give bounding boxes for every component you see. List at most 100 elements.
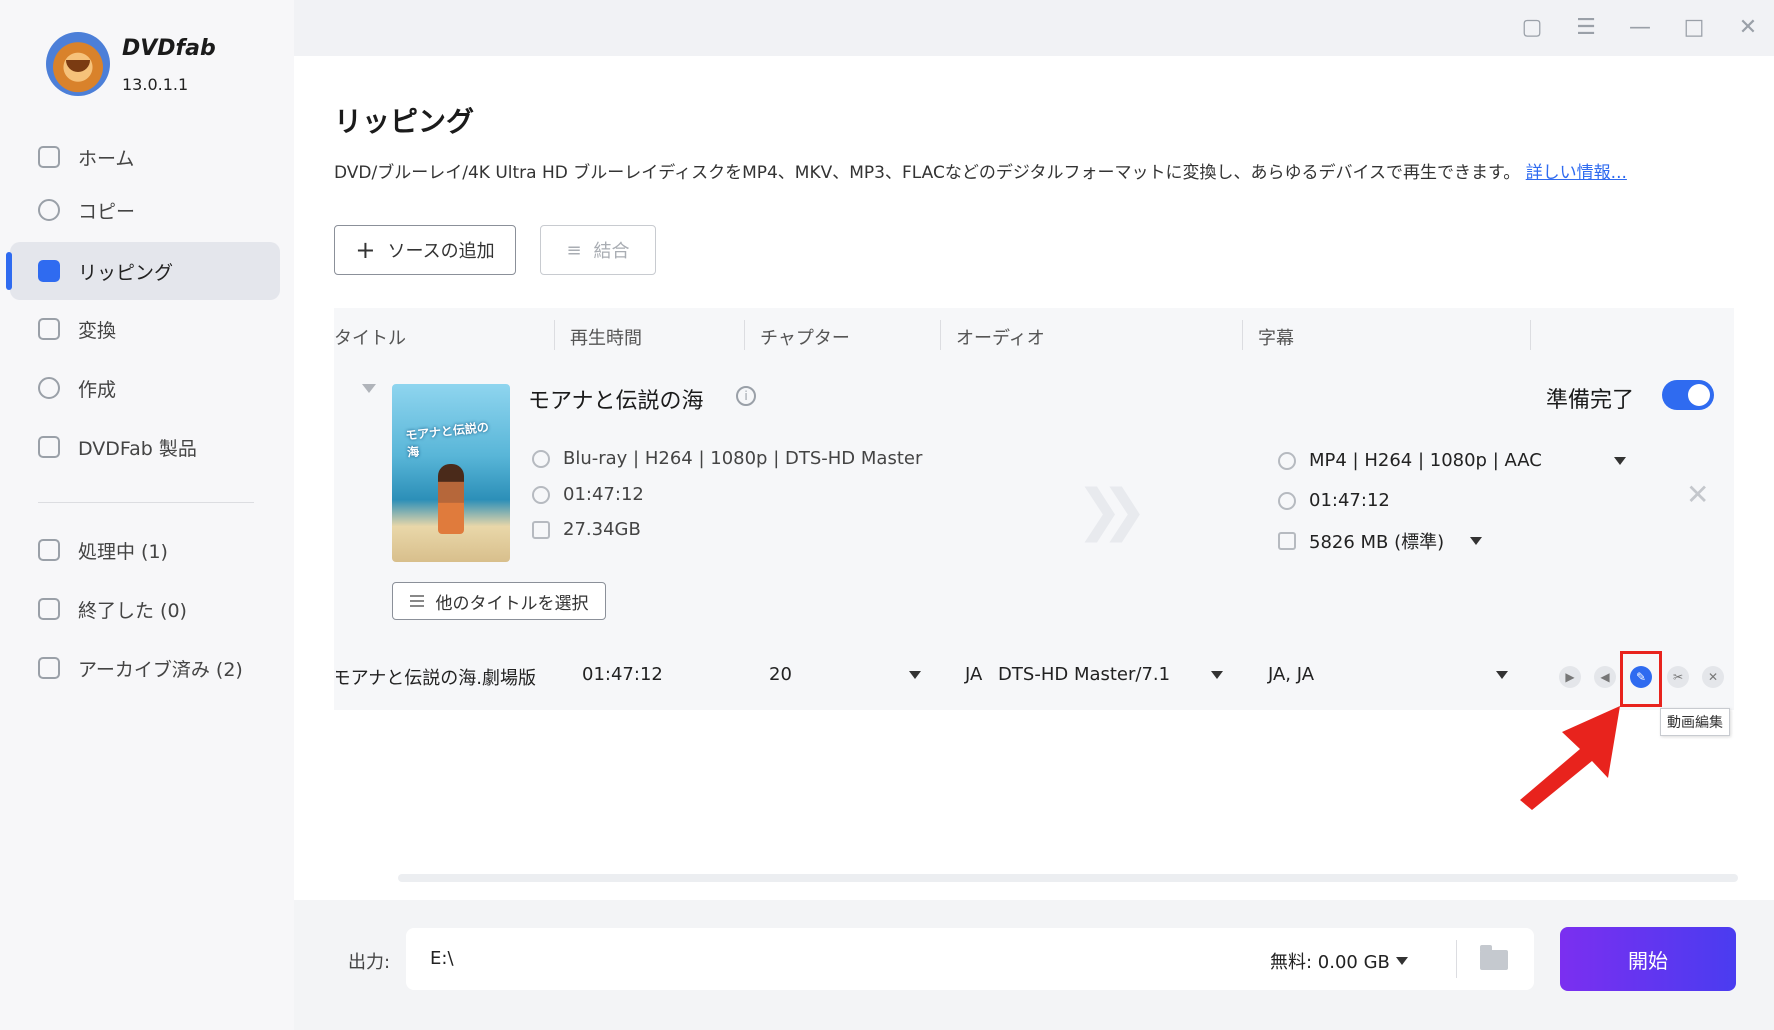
column-header-duration: 再生時間	[570, 328, 642, 349]
sidebar-item-ripper[interactable]: リッピング	[6, 242, 280, 300]
title-row-subtitles[interactable]: JA, JA	[1268, 664, 1314, 685]
add-source-button[interactable]: + ソースの追加	[334, 225, 516, 275]
sidebar-item-label: アーカイブ済み (2)	[78, 658, 243, 681]
sidebar-item-label: 作成	[78, 378, 117, 401]
folder-icon[interactable]	[1480, 945, 1508, 970]
output-format-dropdown-icon[interactable]	[1613, 456, 1626, 465]
sidebar-item-finished[interactable]: 終了した (0)	[10, 580, 280, 638]
brand-name: DVDfab	[122, 36, 216, 61]
audio-dropdown-icon[interactable]	[1211, 671, 1223, 679]
page-description: DVD/ブルーレイ/4K Ultra HD ブルーレイディスクをMP4、MKV、…	[334, 158, 1627, 183]
movie-poster: モアナと伝説の海	[392, 384, 510, 562]
column-separator	[744, 320, 745, 350]
output-size: 5826 MB (標準)	[1309, 532, 1445, 553]
format-icon	[1278, 451, 1296, 470]
copy-disc-icon	[38, 199, 60, 221]
column-separator	[940, 320, 941, 350]
home-icon	[38, 146, 60, 168]
sidebar-item-label: 処理中 (1)	[78, 540, 168, 563]
sidebar-item-archive[interactable]: アーカイブ済み (2)	[10, 639, 280, 697]
info-icon[interactable]: i	[736, 386, 756, 406]
select-other-title-button[interactable]: 他のタイトルを選択	[392, 582, 606, 620]
output-size-row[interactable]: 5826 MB (標準)	[1278, 528, 1483, 554]
sidebar-item-processing[interactable]: 処理中 (1)	[10, 521, 280, 579]
finished-icon	[38, 598, 60, 620]
source-format-row: Blu-ray | H264 | 1080p | DTS-HD Master	[532, 448, 922, 469]
free-space-text: 無料: 0.00 GB	[1270, 952, 1390, 973]
output-path-text: E:\	[430, 948, 454, 969]
remove-item-icon[interactable]: ✕	[1686, 478, 1709, 511]
source-duration-row: 01:47:12	[532, 484, 644, 505]
archive-icon	[38, 657, 60, 679]
menu-icon[interactable]: ☰	[1572, 14, 1600, 42]
column-header-subtitles: 字幕	[1258, 328, 1294, 349]
ready-label: 準備完了	[1546, 388, 1635, 413]
output-duration: 01:47:12	[1309, 490, 1390, 511]
start-button[interactable]: 開始	[1560, 927, 1736, 991]
title-row-duration: 01:47:12	[582, 664, 663, 685]
collapse-arrow-icon[interactable]	[362, 384, 376, 393]
minimize-icon[interactable]: —	[1626, 14, 1654, 42]
free-space-dropdown-icon[interactable]	[1395, 957, 1408, 965]
free-space-dropdown[interactable]: 無料: 0.00 GB	[1270, 948, 1408, 974]
select-other-title-label: 他のタイトルを選択	[435, 593, 589, 614]
file-size-icon	[1278, 532, 1296, 550]
audio-track: DTS-HD Master/7.1	[998, 664, 1171, 685]
table-header: タイトル 再生時間 チャプター オーディオ 字幕	[334, 308, 1734, 360]
sidebar-item-label: リッピング	[78, 261, 174, 284]
title-row-chapters[interactable]: 20	[769, 664, 792, 685]
output-format-row[interactable]: MP4 | H264 | 1080p | AAC	[1278, 450, 1626, 471]
clock-icon	[532, 485, 550, 504]
chapters-dropdown-icon[interactable]	[909, 671, 921, 679]
more-info-link[interactable]: 詳しい情報...	[1526, 163, 1627, 183]
poster-figure	[438, 464, 464, 534]
file-size-icon	[532, 520, 550, 539]
merge-button[interactable]: ≡ 結合	[540, 225, 656, 275]
poster-title-text: モアナと伝説の海	[404, 420, 490, 460]
add-source-label: ソースの追加	[387, 241, 495, 262]
creator-disc-icon	[38, 377, 60, 399]
cut-icon[interactable]: ✂	[1667, 666, 1689, 688]
output-duration-row: 01:47:12	[1278, 490, 1390, 511]
back-icon[interactable]: ◀	[1594, 666, 1616, 688]
output-separator	[1456, 940, 1457, 978]
close-icon[interactable]: ✕	[1734, 14, 1762, 42]
page-title: リッピング	[334, 105, 475, 138]
list-icon	[409, 595, 424, 607]
source-size: 27.34GB	[563, 519, 641, 540]
sidebar-item-converter[interactable]: 変換	[10, 300, 280, 358]
sidebar-item-label: コピー	[78, 200, 136, 223]
processing-icon	[38, 539, 60, 561]
play-icon[interactable]: ▶	[1559, 666, 1581, 688]
sidebar-item-creator[interactable]: 作成	[10, 359, 280, 417]
column-separator	[1242, 320, 1243, 350]
sidebar-item-products[interactable]: DVDFab 製品	[10, 418, 280, 476]
sidebar-item-label: 変換	[78, 319, 117, 342]
maximize-icon[interactable]: □	[1680, 14, 1708, 42]
delete-title-icon[interactable]: ✕	[1702, 666, 1724, 688]
ripper-icon	[38, 260, 60, 282]
title-row-name: モアナと伝説の海.劇場版	[336, 668, 536, 689]
red-arrow-annotation	[1520, 706, 1620, 810]
ready-toggle[interactable]	[1662, 380, 1714, 410]
plus-icon: +	[355, 236, 376, 264]
horizontal-scrollbar[interactable]	[398, 874, 1738, 882]
output-format: MP4 | H264 | 1080p | AAC	[1309, 450, 1542, 471]
merge-icon: ≡	[566, 239, 582, 261]
sidebar-item-copy[interactable]: コピー	[10, 181, 280, 239]
app-version: 13.0.1.1	[122, 75, 189, 94]
column-header-title: タイトル	[334, 328, 406, 349]
subtitles-dropdown-icon[interactable]	[1496, 671, 1508, 679]
highlight-box	[1620, 651, 1662, 707]
merge-label: 結合	[593, 241, 630, 262]
column-header-chapters: チャプター	[760, 328, 850, 349]
shirt-skin-icon[interactable]: ▢	[1518, 14, 1546, 42]
column-header-audio: オーディオ	[956, 328, 1045, 349]
products-icon	[38, 436, 60, 458]
output-label: 出力:	[348, 952, 391, 973]
convert-arrow-icon: ❯❯	[1076, 478, 1148, 543]
audio-language: JA	[965, 664, 983, 685]
sidebar-item-home[interactable]: ホーム	[10, 128, 280, 186]
title-row-audio[interactable]: JA DTS-HD Master/7.1	[965, 664, 1170, 685]
output-size-dropdown-icon[interactable]	[1470, 537, 1483, 545]
